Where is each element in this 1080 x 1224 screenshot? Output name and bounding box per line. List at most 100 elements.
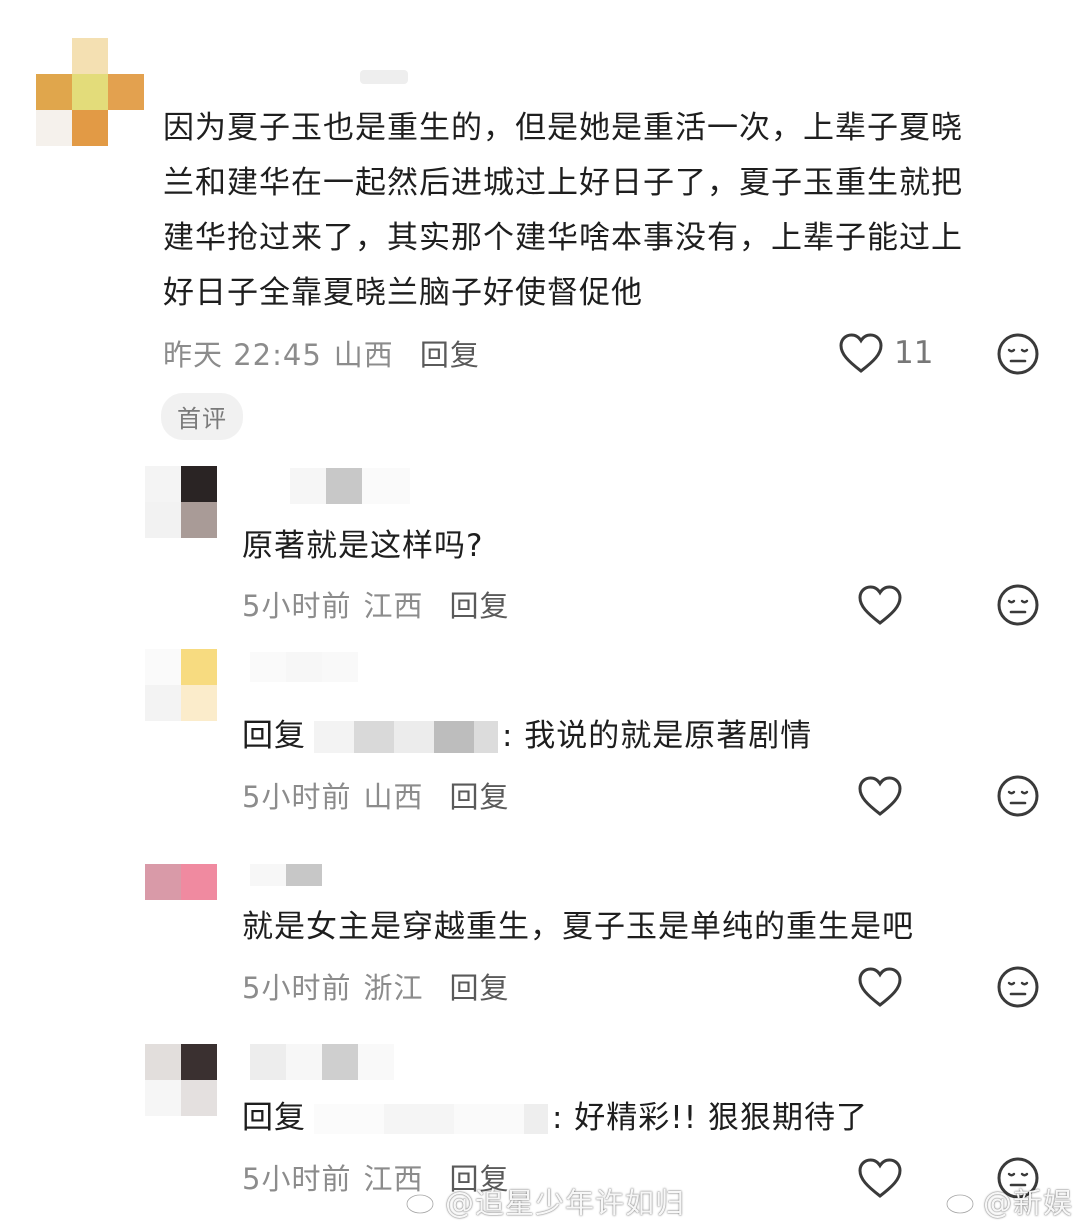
reply-text: 回复 : 好精彩!! 狠狠期待了 [242, 1091, 868, 1146]
blur-pixel [524, 1103, 548, 1134]
reply-text: 就是女主是穿越重生，夏子玉是单纯的重生是吧 [242, 909, 914, 945]
avatar-pixel [145, 502, 181, 538]
avatar-pixel [181, 685, 217, 721]
meh-face-icon[interactable] [996, 332, 1040, 376]
avatar-pixel [181, 1080, 217, 1116]
avatar-pixel [145, 649, 181, 685]
blur-pixel [286, 864, 322, 886]
reply-button[interactable]: 回复 [449, 583, 509, 625]
username-blur[interactable] [250, 652, 358, 682]
avatar-pixel [36, 38, 72, 74]
comment-region: 江西 [363, 589, 424, 623]
watermark-text: @新娱 [983, 1186, 1074, 1220]
avatar-pixel [36, 74, 72, 110]
blur-pixel [250, 652, 286, 682]
username-blur[interactable] [290, 468, 410, 504]
blur-pixel [394, 720, 434, 753]
avatar-pixel [181, 864, 217, 900]
comment-time: 5小时前 [242, 1162, 352, 1196]
avatar-pixel [145, 864, 181, 900]
reply-meta: 5小时前 江西 回复 [242, 583, 509, 625]
like-button[interactable] [857, 966, 903, 1008]
reply-prefix: 回复 [242, 1100, 306, 1136]
meh-face-icon[interactable] [996, 965, 1040, 1009]
reply-avatar[interactable] [145, 1044, 217, 1116]
weibo-logo-icon [945, 1189, 978, 1215]
heart-outline-icon [839, 333, 883, 373]
comment-region: 山西 [363, 780, 424, 814]
reply-avatar[interactable] [145, 649, 217, 721]
meh-face-icon[interactable] [996, 583, 1040, 627]
reply-avatar[interactable] [145, 864, 217, 900]
blur-pixel [314, 720, 354, 753]
blur-pixel [434, 720, 474, 753]
username-blur[interactable] [250, 1044, 394, 1080]
blur-pixel [314, 1103, 384, 1134]
comment-region: 浙江 [363, 971, 424, 1005]
avatar-pixel [181, 502, 217, 538]
watermark-left: @追星少年许如归 [405, 1180, 685, 1222]
reply-prefix: 回复 [242, 718, 306, 754]
blur-pixel [454, 1103, 524, 1134]
blur-pixel [358, 1044, 394, 1080]
avatar-pixel [145, 466, 181, 502]
reply-button[interactable]: 回复 [420, 332, 480, 374]
avatar-pixel [145, 1080, 181, 1116]
avatar-pixel [181, 1044, 217, 1080]
avatar-pixel [145, 685, 181, 721]
avatar-pixel [72, 74, 108, 110]
mention-blur[interactable] [314, 720, 498, 753]
main-comment-meta: 昨天 22:45 山西 回复 [163, 332, 480, 374]
avatar-pixel [145, 1044, 181, 1080]
reply-meta: 5小时前 浙江 回复 [242, 965, 509, 1007]
heart-outline-icon [858, 585, 902, 625]
heart-outline-icon [858, 776, 902, 816]
like-button[interactable] [857, 775, 903, 817]
watermark-right: @新娱 [945, 1180, 1073, 1222]
avatar-pixel [181, 466, 217, 502]
like-count: 11 [894, 335, 934, 371]
main-comment-line: 建华抢过来了，其实那个建华啥本事没有，上辈子能过上 [163, 220, 963, 256]
meh-face-icon[interactable] [996, 774, 1040, 818]
main-comment-line: 兰和建华在一起然后进城过上好日子了，夏子玉重生就把 [163, 165, 963, 201]
heart-outline-icon [858, 967, 902, 1007]
main-comment-text: 因为夏子玉也是重生的，但是她是重活一次，上辈子夏晓 兰和建华在一起然后进城过上好… [163, 101, 1063, 321]
like-button[interactable] [857, 584, 903, 626]
weibo-logo-icon [405, 1189, 438, 1215]
like-button[interactable]: 11 [838, 332, 933, 374]
blur-pixel [250, 1044, 286, 1080]
blur-pixel [322, 1044, 358, 1080]
avatar-pixel [72, 38, 108, 74]
heart-outline-icon [858, 1158, 902, 1198]
first-comment-badge: 首评 [161, 393, 243, 440]
reply-meta: 5小时前 山西 回复 [242, 774, 509, 816]
reply-button[interactable]: 回复 [449, 774, 509, 816]
blur-pixel [290, 468, 326, 504]
blur-pixel [286, 1044, 322, 1080]
comment-time: 5小时前 [242, 589, 352, 623]
blur-pixel [474, 720, 498, 753]
main-comment-avatar[interactable] [36, 38, 144, 146]
blur-pixel [250, 864, 286, 886]
blur-pixel [384, 1103, 454, 1134]
like-button[interactable] [857, 1157, 903, 1199]
avatar-pixel [36, 110, 72, 146]
avatar-pixel [108, 74, 144, 110]
username-blur[interactable] [360, 70, 408, 84]
blur-pixel [326, 468, 362, 504]
blur-pixel [286, 652, 322, 682]
reply-body: : 我说的就是原著剧情 [502, 718, 813, 754]
avatar-pixel [72, 110, 108, 146]
reply-button[interactable]: 回复 [449, 965, 509, 1007]
blur-pixel [354, 720, 394, 753]
mention-blur[interactable] [314, 1103, 548, 1134]
avatar-pixel [108, 38, 144, 74]
reply-text: 回复 : 我说的就是原著剧情 [242, 709, 812, 764]
username-blur[interactable] [250, 864, 322, 886]
main-comment-line: 因为夏子玉也是重生的，但是她是重活一次，上辈子夏晓 [163, 110, 963, 146]
comment-time: 昨天 22:45 [163, 338, 322, 372]
blur-pixel [362, 468, 410, 504]
main-comment-line: 好日子全靠夏晓兰脑子好使督促他 [163, 275, 643, 311]
reply-avatar[interactable] [145, 466, 217, 538]
comment-time: 5小时前 [242, 971, 352, 1005]
